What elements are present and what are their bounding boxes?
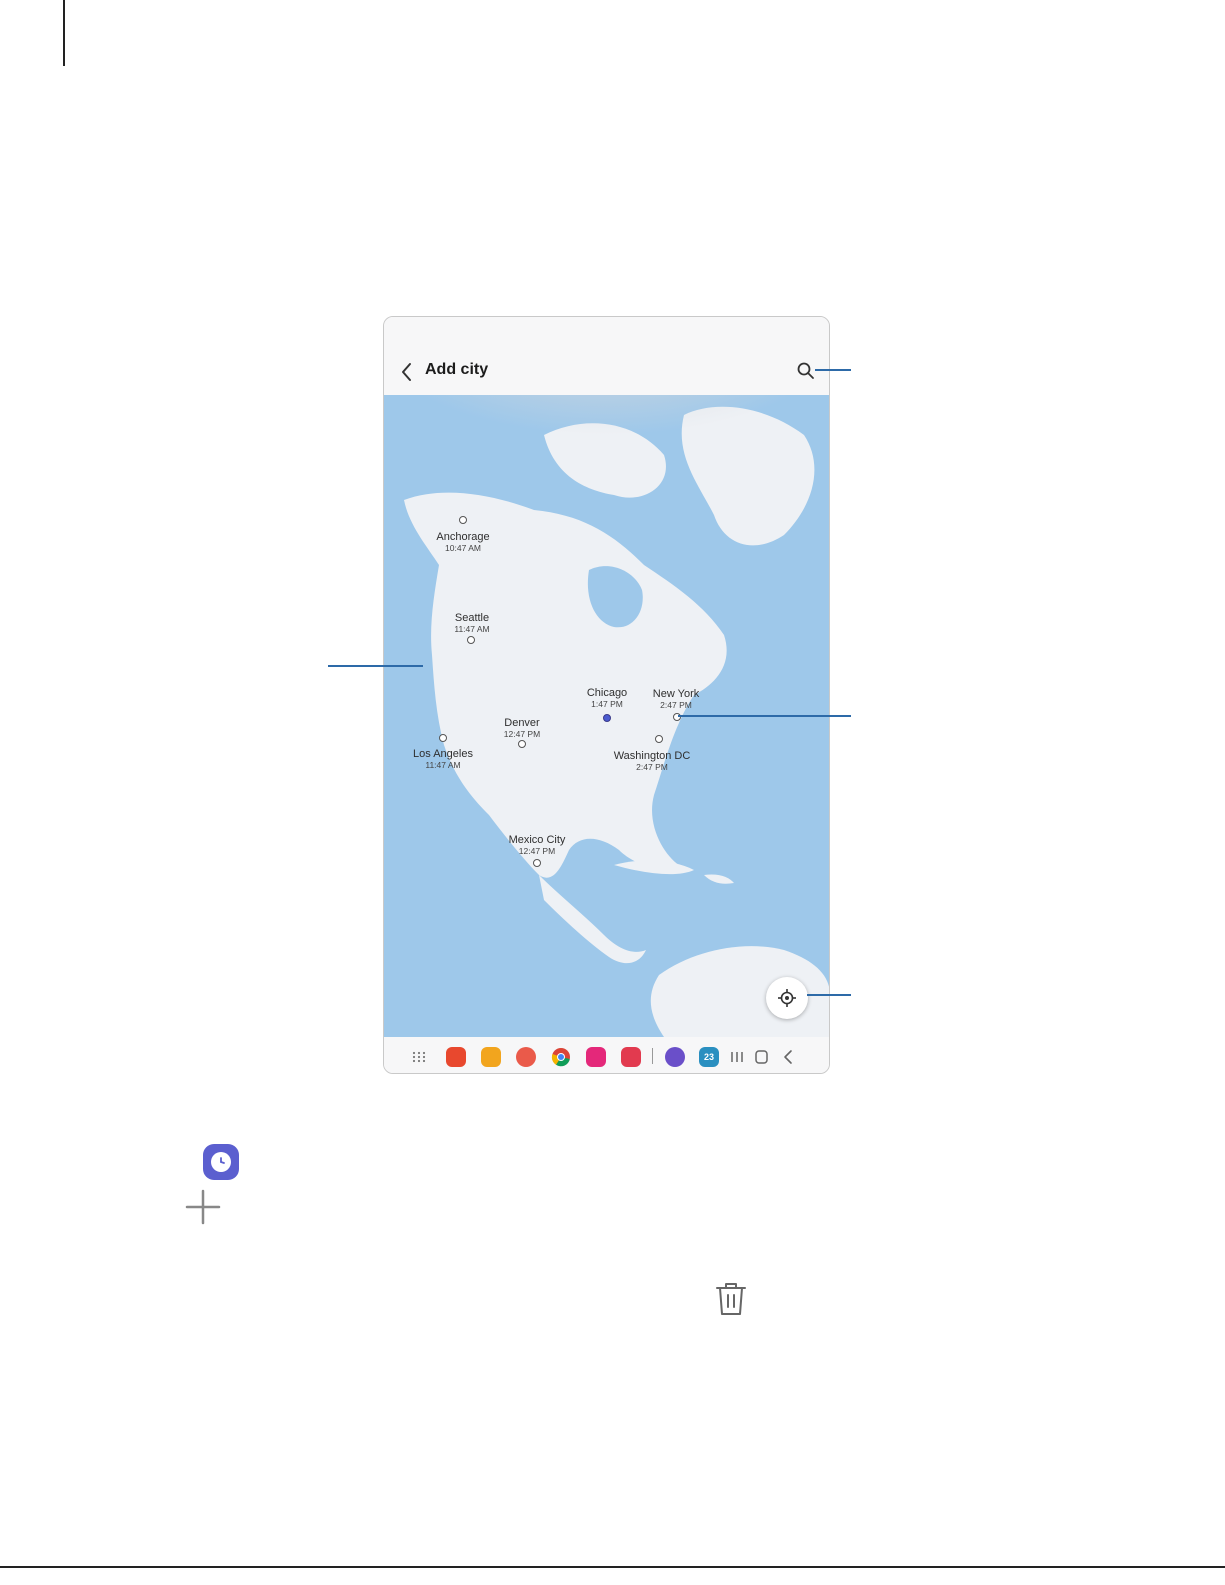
clock-hands [220,1157,225,1164]
plus-icon [185,1189,221,1225]
city-name: New York [652,688,700,700]
city-name: Seattle [454,612,490,624]
city-pin-selected[interactable] [603,714,611,722]
city-label-seattle[interactable]: Seattle 11:47 AM [454,612,489,634]
taskbar: 23 [384,1037,829,1073]
taskbar-divider [652,1048,653,1064]
city-pin[interactable] [467,636,475,644]
callout-line-search [815,369,851,371]
city-time: 12:47 PM [503,729,541,739]
calendar-day: 23 [703,1052,714,1062]
callout-line-map [328,665,423,667]
city-pin[interactable] [439,734,447,742]
apps-grid-icon[interactable] [410,1048,428,1066]
camera-icon[interactable] [621,1047,641,1067]
city-name: Washington DC [613,750,691,762]
search-icon[interactable] [796,361,816,381]
city-pin[interactable] [655,735,663,743]
city-time: 2:47 PM [660,700,692,710]
city-label-mexico-city[interactable]: Mexico City 12:47 PM [509,834,566,856]
clock-app-icon [203,1144,239,1180]
city-label-denver[interactable]: Denver 12:47 PM [504,717,540,739]
city-time: 10:47 AM [445,543,481,553]
callout-line-location [807,994,851,996]
city-time: 12:47 PM [518,846,556,856]
clock-face [211,1152,231,1172]
city-time: 11:47 AM [454,624,490,634]
page-bottom-rule [0,1566,1225,1568]
city-label-new-york[interactable]: New York 2:47 PM [653,688,699,710]
notes-icon[interactable] [446,1047,466,1067]
page-title: Add city [425,361,489,378]
city-label-chicago[interactable]: Chicago 1:47 PM [587,687,627,709]
city-name: Mexico City [508,834,566,846]
city-name: Anchorage [436,531,490,543]
city-time: 11:47 AM [425,760,461,770]
city-label-anchorage[interactable]: Anchorage 10:47 AM [436,531,489,553]
contacts-icon[interactable] [516,1047,536,1067]
city-time: 2:47 PM [636,762,668,772]
device-screenshot: Add city Anchorage 10:47 AM Seattle 11:4… [383,316,830,1074]
city-pin[interactable] [459,516,467,524]
city-name: Chicago [586,687,628,699]
trash-icon [716,1283,746,1315]
my-location-icon [778,989,796,1007]
calendar-icon[interactable]: 23 [699,1047,719,1067]
callout-line-city [678,715,851,717]
internet-icon[interactable] [665,1047,685,1067]
city-name: Denver [504,717,540,729]
city-pin[interactable] [533,859,541,867]
city-name: Los Angeles [413,748,473,760]
city-label-washington-dc[interactable]: Washington DC 2:47 PM [614,750,691,772]
recents-icon[interactable] [727,1047,747,1067]
back-nav-icon[interactable] [778,1047,798,1067]
gallery-icon[interactable] [586,1047,606,1067]
my-files-icon[interactable] [481,1047,501,1067]
my-location-button[interactable] [766,977,808,1019]
chrome-icon[interactable] [551,1047,571,1067]
home-icon[interactable] [752,1047,772,1067]
app-bar: Add city [384,317,829,395]
city-label-los-angeles[interactable]: Los Angeles 11:47 AM [413,748,473,770]
page-margin-rule [63,0,65,66]
city-time: 1:47 PM [591,699,623,709]
city-pin[interactable] [518,740,526,748]
back-arrow-icon[interactable] [398,361,416,383]
